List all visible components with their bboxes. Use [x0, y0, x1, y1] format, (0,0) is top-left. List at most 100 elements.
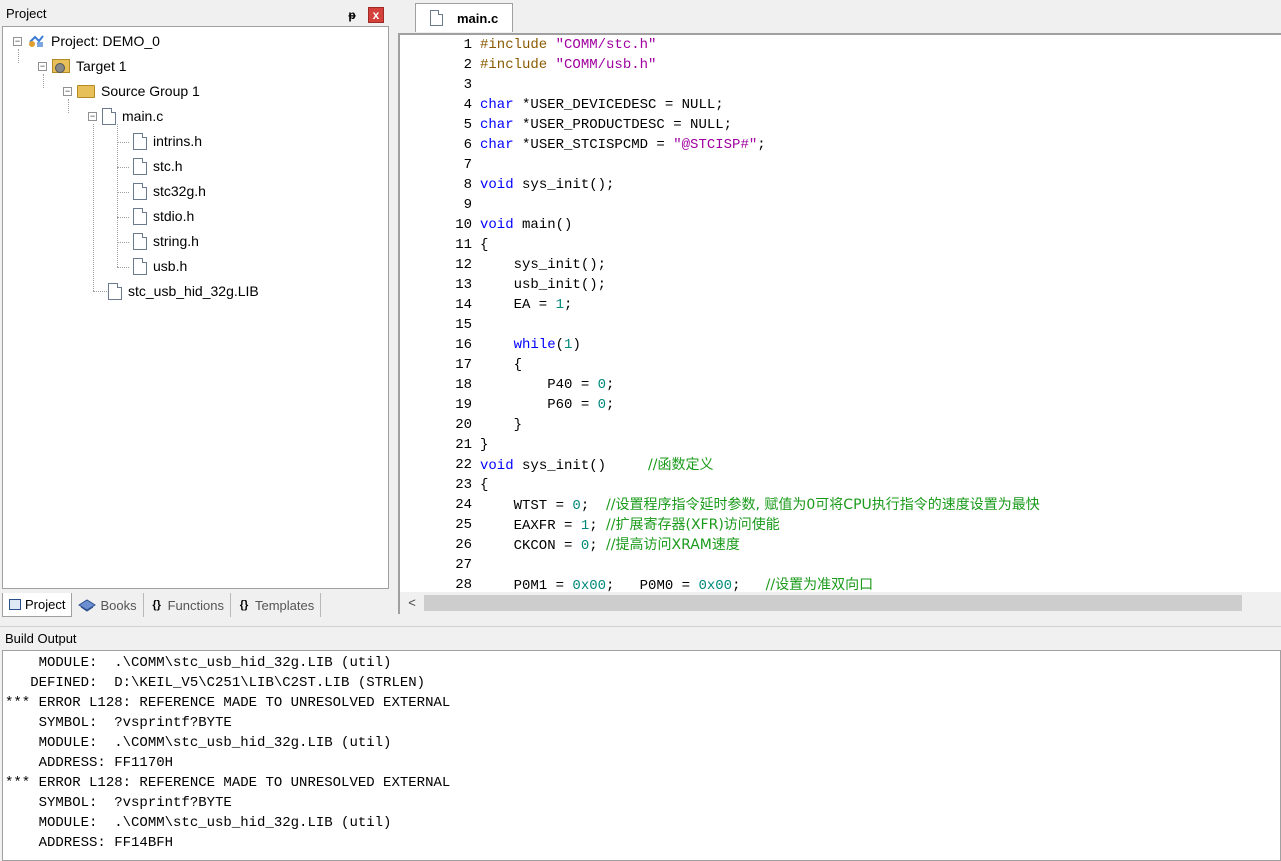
collapse-icon[interactable]: − — [63, 86, 72, 96]
code-token: sys_init() — [513, 458, 649, 474]
tree-node-stdio-h[interactable]: stdio.h — [133, 205, 194, 227]
project-panel-tabs: Project Books {} Functions {} Templates — [2, 591, 389, 619]
project-panel-header: Project ᵽ x — [0, 3, 391, 23]
code-token: //函数定义 — [648, 457, 714, 473]
code-token: ( — [555, 337, 565, 353]
code-token: } — [480, 417, 523, 433]
code-line[interactable]: P40 = 0; — [480, 375, 614, 395]
code-line[interactable]: P60 = 0; — [480, 395, 614, 415]
tab-functions[interactable]: {} Functions — [144, 593, 231, 617]
line-number: 16 — [455, 337, 472, 353]
project-tree: − Project: DEMO_0 − Target 1 − Source Gr… — [2, 26, 389, 589]
tree-node-usb-h[interactable]: usb.h — [133, 255, 187, 277]
tree-node-string-h[interactable]: string.h — [133, 230, 199, 252]
code-token: 0 — [580, 538, 590, 554]
tree-label: string.h — [153, 233, 199, 249]
line-number: 6 — [463, 137, 472, 153]
code-token: ; — [580, 498, 607, 514]
tree-node-source-group[interactable]: − Source Group 1 — [63, 80, 200, 102]
tab-project[interactable]: Project — [2, 593, 73, 617]
collapse-icon[interactable]: − — [88, 111, 97, 121]
line-number: 24 — [455, 497, 472, 513]
line-number: 23 — [455, 477, 472, 493]
code-token: #include — [480, 57, 556, 73]
tree-label: stc.h — [153, 158, 183, 174]
build-output-pane[interactable]: MODULE: .\COMM\stc_usb_hid_32g.LIB (util… — [2, 650, 1281, 861]
file-icon — [133, 132, 147, 150]
tree-node-lib[interactable]: stc_usb_hid_32g.LIB — [108, 280, 259, 302]
target-icon — [52, 59, 70, 73]
scroll-left-icon[interactable]: < — [404, 595, 420, 611]
code-line[interactable]: void main() — [480, 215, 572, 235]
code-line[interactable]: void sys_init() //函数定义 — [480, 455, 713, 475]
tree-node-main-c[interactable]: − main.c — [88, 105, 163, 127]
code-token: sys_init(); — [513, 177, 615, 193]
code-token: "COMM/stc.h" — [555, 37, 657, 53]
code-area[interactable]: #include "COMM/stc.h" #include "COMM/usb.… — [480, 35, 1281, 592]
books-icon — [78, 599, 97, 612]
collapse-icon[interactable]: − — [38, 61, 47, 71]
code-line[interactable]: } — [480, 415, 522, 435]
build-output-title: Build Output — [5, 631, 77, 646]
code-token: P0M1 = — [480, 578, 573, 592]
code-line[interactable]: sys_init(); — [480, 255, 606, 275]
code-line[interactable]: CKCON = 0; //提高访问XRAM速度 — [480, 535, 740, 555]
line-number-gutter: 1 2 3 4 5 6 7 8 9 10 11 12 13 14 15 16 17 18 19 20 21 22 23 24 2… — [400, 35, 478, 592]
line-number: 10 — [455, 217, 472, 233]
code-line[interactable]: #include "COMM/stc.h" — [480, 35, 656, 55]
collapse-icon[interactable]: − — [13, 36, 22, 46]
code-line[interactable]: void sys_init(); — [480, 175, 614, 195]
tree-node-project[interactable]: − Project: DEMO_0 — [13, 30, 160, 52]
code-line[interactable]: } — [480, 435, 488, 455]
tree-label: usb.h — [153, 258, 188, 274]
line-number: 9 — [463, 197, 472, 213]
code-line[interactable]: #include "COMM/usb.h" — [480, 55, 656, 75]
tree-label: Source Group 1 — [101, 83, 200, 99]
code-line[interactable]: while(1) — [480, 335, 581, 355]
line-number: 1 — [463, 37, 472, 53]
line-number: 8 — [463, 177, 472, 193]
tree-label: intrins.h — [153, 133, 203, 149]
code-token: 0x00 — [698, 578, 733, 592]
build-output-header: Build Output — [0, 626, 1281, 650]
file-icon — [102, 107, 116, 125]
code-line[interactable]: { — [480, 475, 488, 495]
code-token: main() — [513, 217, 573, 233]
line-number: 25 — [455, 517, 472, 533]
line-number: 13 — [455, 277, 472, 293]
tree-node-stc32g-h[interactable]: stc32g.h — [133, 180, 206, 202]
code-line[interactable]: P0M1 = 0x00; P0M0 = 0x00; //设置为准双向口 — [480, 575, 874, 592]
tree-label: Project: DEMO_0 — [51, 33, 160, 49]
code-token: ; — [564, 297, 573, 313]
code-token: char — [480, 117, 514, 133]
build-output-line: MODULE: .\COMM\stc_usb_hid_32g.LIB (util… — [5, 735, 392, 751]
tree-node-stc-h[interactable]: stc.h — [133, 155, 183, 177]
tab-main-c[interactable]: main.c — [415, 3, 513, 32]
line-number: 27 — [455, 557, 472, 573]
code-line[interactable]: { — [480, 355, 522, 375]
code-line[interactable]: { — [480, 235, 488, 255]
code-line[interactable]: usb_init(); — [480, 275, 606, 295]
horizontal-scrollbar[interactable]: < — [398, 592, 1281, 614]
code-line[interactable]: char *USER_STCISPCMD = "@STCISP#"; — [480, 135, 766, 155]
code-line[interactable]: char *USER_DEVICEDESC = NULL; — [480, 95, 724, 115]
build-output-line: SYMBOL: ?vsprintf?BYTE — [5, 795, 232, 811]
scroll-thumb[interactable] — [424, 595, 1242, 611]
code-token: ; — [589, 518, 607, 534]
code-token: EA = — [480, 297, 556, 313]
code-token: //设置为准双向口 — [765, 577, 874, 592]
tree-node-target[interactable]: − Target 1 — [38, 55, 127, 77]
tree-node-intrins-h[interactable]: intrins.h — [133, 130, 202, 152]
code-editor[interactable]: 1 2 3 4 5 6 7 8 9 10 11 12 13 14 15 16 17 18 19 20 21 22 23 24 2… — [398, 33, 1281, 592]
pin-icon[interactable]: ᵽ — [346, 8, 358, 22]
code-token: } — [480, 437, 489, 453]
code-line[interactable]: char *USER_PRODUCTDESC = NULL; — [480, 115, 732, 135]
tab-books[interactable]: Books — [72, 593, 144, 617]
close-panel-button[interactable]: x — [368, 7, 384, 23]
code-line[interactable]: EAXFR = 1; //扩展寄存器(XFR)访问使能 — [480, 515, 780, 535]
tab-label: Books — [100, 597, 137, 613]
code-token: 1 — [555, 297, 565, 313]
code-line[interactable]: EA = 1; — [480, 295, 573, 315]
code-line[interactable]: WTST = 0; //设置程序指令延时参数, 赋值为0可将CPU执行指令的速度… — [480, 495, 1040, 515]
tab-templates[interactable]: {} Templates — [231, 593, 322, 617]
